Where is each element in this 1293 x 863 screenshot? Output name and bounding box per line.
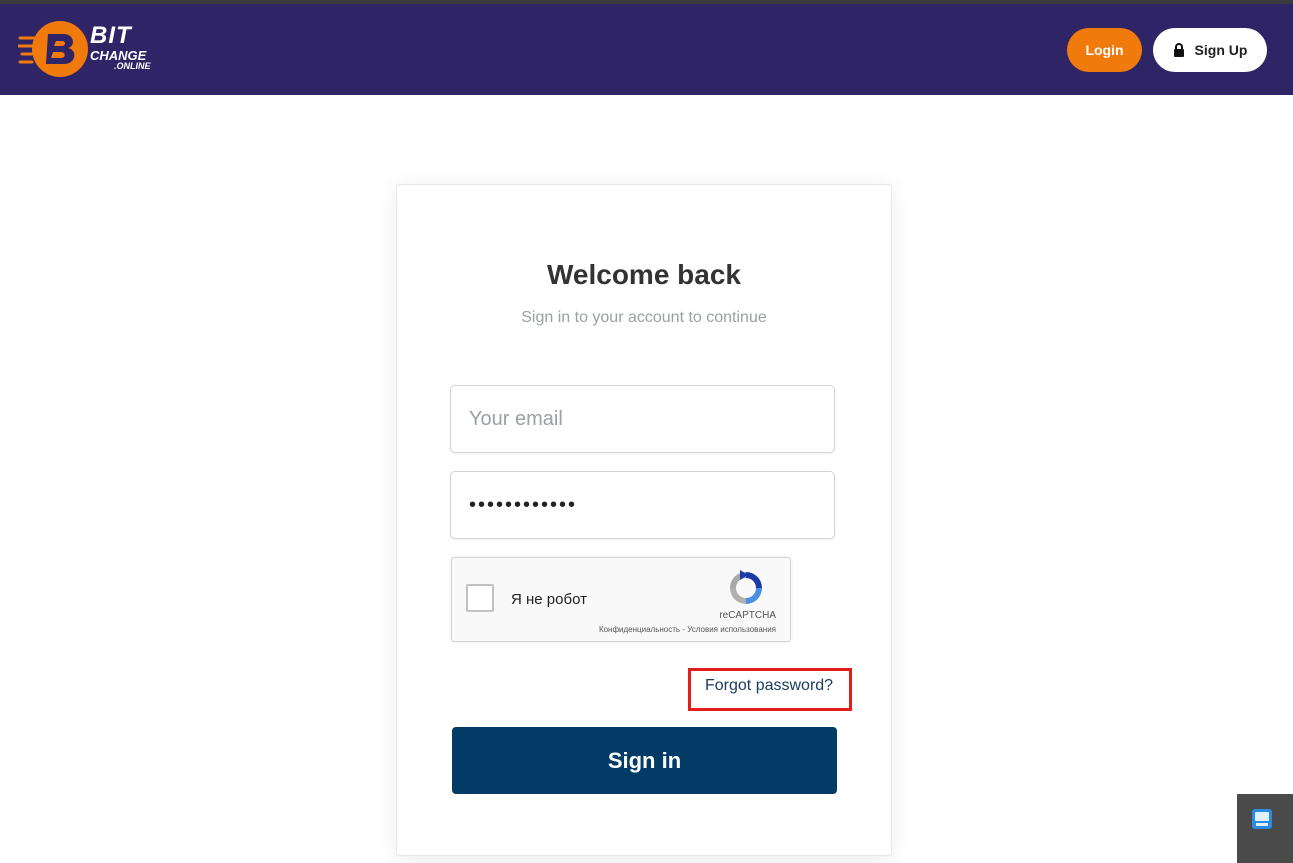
recaptcha-brand: reCAPTCHA	[719, 610, 776, 621]
email-field[interactable]	[450, 385, 835, 453]
password-field[interactable]	[450, 471, 835, 539]
page-subtitle: Sign in to your account to continue	[521, 309, 767, 326]
recaptcha-checkbox[interactable]	[466, 584, 494, 612]
logo-text-bit: BIT	[90, 22, 132, 49]
login-button-label: Login	[1085, 42, 1124, 58]
recaptcha-widget: Я не робот reCAPTCHA Конфиденциальность …	[451, 557, 791, 642]
tray-widget[interactable]	[1237, 794, 1293, 863]
recaptcha-links[interactable]: Конфиденциальность - Условия использован…	[532, 625, 776, 634]
site-header: BIT CHANGE .ONLINE Login Sign Up	[0, 4, 1293, 95]
logo-wordmark: BIT CHANGE .ONLINE	[90, 24, 151, 71]
tray-app-icon	[1252, 809, 1272, 829]
site-logo[interactable]: BIT CHANGE .ONLINE	[18, 18, 158, 80]
signin-button-label: Sign in	[607, 747, 682, 773]
page-title: Welcome back	[546, 259, 742, 290]
forgot-password-link[interactable]: Forgot password?	[705, 677, 833, 695]
signup-button[interactable]: Sign Up	[1153, 28, 1267, 72]
recaptcha-label: Я не робот	[511, 591, 587, 608]
signup-button-label: Sign Up	[1194, 42, 1248, 58]
login-button[interactable]: Login	[1067, 28, 1142, 72]
lock-icon	[1173, 43, 1184, 57]
bitchange-b-logo-icon	[18, 21, 88, 77]
login-card: Welcome back Sign in to your account to …	[396, 184, 892, 856]
signin-button[interactable]: Sign in	[452, 727, 837, 794]
recaptcha-logo-icon	[730, 570, 762, 604]
logo-text-online: .ONLINE	[114, 61, 151, 71]
